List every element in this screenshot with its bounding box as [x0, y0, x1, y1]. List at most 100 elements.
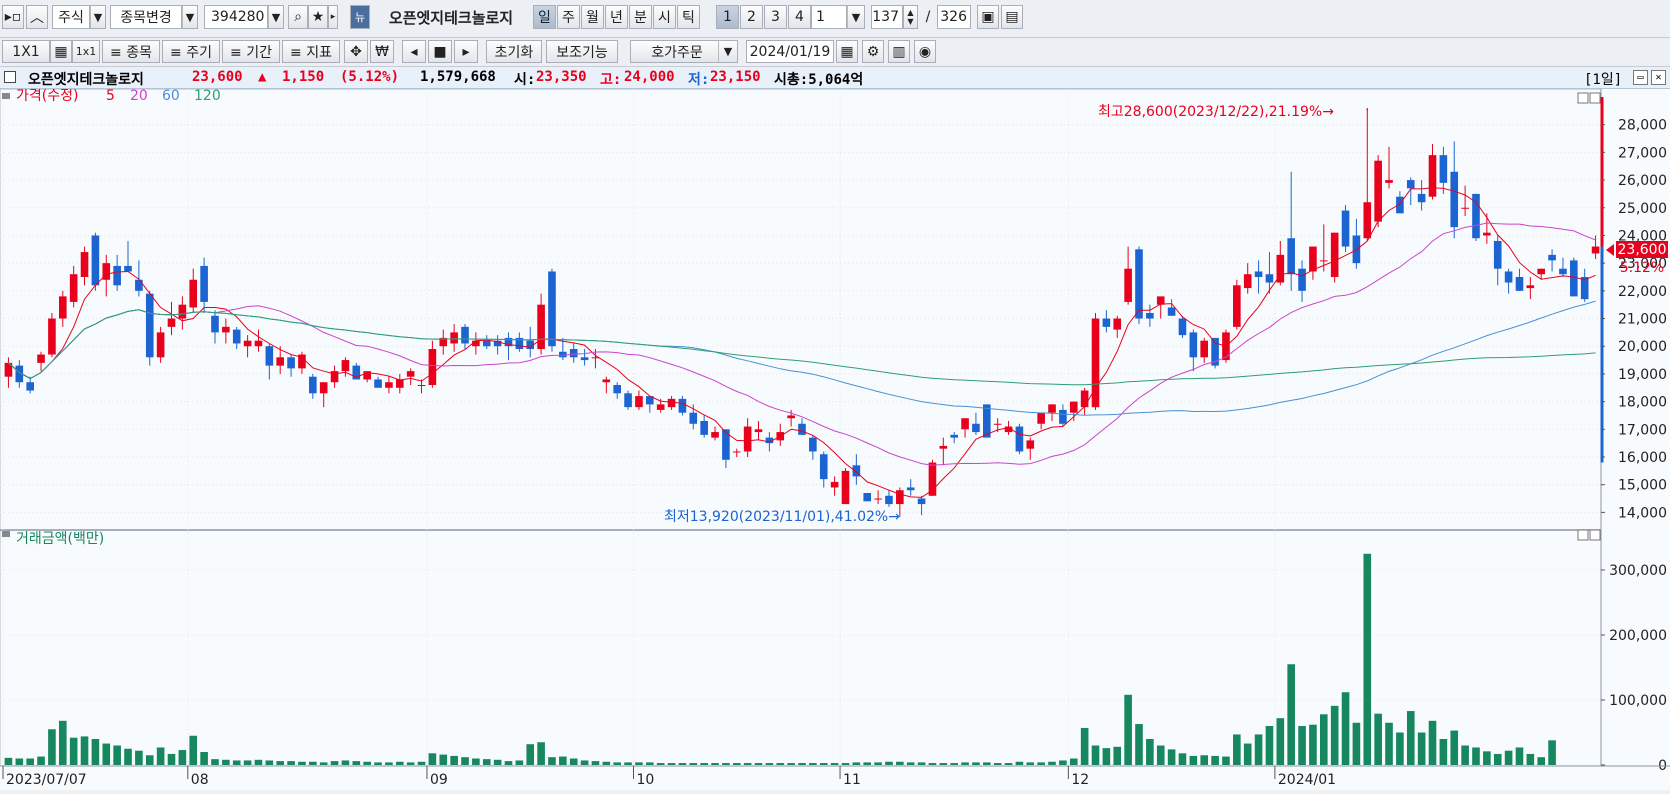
- one-by-one-button[interactable]: 1x1: [72, 40, 100, 63]
- volume-bar: [374, 762, 382, 765]
- layout-button[interactable]: 1X1: [2, 40, 50, 63]
- multiplier-tab-2[interactable]: 2: [740, 5, 763, 29]
- market-dropdown-icon[interactable]: ▼: [90, 5, 106, 29]
- chevron-up-icon[interactable]: ︿: [26, 5, 48, 29]
- volume-bar: [363, 761, 371, 765]
- candle-body: [1450, 171, 1459, 228]
- gear-icon[interactable]: ⚙: [862, 40, 884, 63]
- candle-body: [48, 318, 56, 355]
- volume-bar: [1222, 756, 1230, 765]
- candle-body: [569, 349, 578, 358]
- price-panel-close-icon[interactable]: [1589, 92, 1601, 104]
- x-tick-label: 10: [637, 772, 655, 788]
- period-tab-6[interactable]: 틱: [677, 5, 700, 29]
- candle-body: [798, 423, 806, 435]
- star-icon[interactable]: ★: [308, 5, 328, 29]
- ma-line-60: [8, 300, 1596, 416]
- bar-count-input[interactable]: 137: [871, 5, 903, 29]
- volume-bar: [1330, 705, 1339, 765]
- change-stock-select[interactable]: 종목변경: [110, 5, 182, 29]
- stock-button[interactable]: ≡ 종목: [102, 40, 160, 63]
- aux-function-button[interactable]: 보조기능: [546, 40, 618, 63]
- volume-bar: [1113, 746, 1122, 765]
- add-window-icon[interactable]: ▣: [977, 5, 999, 29]
- market-select[interactable]: 주식: [52, 5, 90, 29]
- move-icon[interactable]: ✥: [344, 40, 368, 63]
- order-button[interactable]: 호가주문: [630, 40, 724, 63]
- candle-body: [1037, 412, 1045, 424]
- candle-body: [689, 412, 698, 424]
- calendar-icon[interactable]: ▦: [836, 40, 858, 63]
- volume-bar: [917, 762, 926, 765]
- volume-panel-max-icon[interactable]: [1577, 529, 1589, 541]
- next-arrow-icon[interactable]: ▸: [328, 5, 338, 29]
- candle-body: [537, 304, 545, 349]
- multiplier-input[interactable]: 1: [811, 5, 847, 29]
- date-input[interactable]: 2024/01/19: [746, 40, 834, 63]
- volume-bar: [113, 745, 121, 765]
- info-checkbox[interactable]: [4, 71, 16, 83]
- price-tick-label: 20,000: [1618, 339, 1667, 355]
- maximize-icon[interactable]: ▭: [1633, 70, 1648, 85]
- candle-body: [1330, 232, 1339, 277]
- prev-icon[interactable]: ◂: [402, 40, 426, 63]
- panel-handle-icon[interactable]: [2, 93, 10, 99]
- period-tab-2[interactable]: 월: [581, 5, 604, 29]
- change-stock-dropdown-icon[interactable]: ▼: [182, 5, 198, 29]
- indicator-button[interactable]: ≡ 지표: [282, 40, 340, 63]
- multiplier-tab-1[interactable]: 1: [716, 5, 739, 29]
- candle-body: [309, 376, 317, 394]
- play-icon[interactable]: ▸▫: [2, 5, 24, 29]
- candle-body: [1537, 268, 1546, 275]
- period-tab-5[interactable]: 시: [653, 5, 676, 29]
- period-tab-0[interactable]: 일: [533, 5, 556, 29]
- candle-body: [1178, 318, 1187, 336]
- reset-button[interactable]: 초기화: [486, 40, 542, 63]
- volume-bar: [352, 761, 361, 765]
- volume-bar: [972, 762, 980, 765]
- save-icon[interactable]: ▤: [1001, 5, 1023, 29]
- volume-panel-close-icon[interactable]: [1589, 529, 1601, 541]
- chart-svg[interactable]: 14,000 15,000 16,000 17,000 18,000 19,000 20,0…: [0, 88, 1670, 790]
- period-tab-1[interactable]: 주: [557, 5, 580, 29]
- globe-settings-icon[interactable]: ◉: [914, 40, 936, 63]
- volume-bar: [265, 760, 274, 765]
- cycle-button[interactable]: ≡ 주기: [162, 40, 220, 63]
- volume-bar: [69, 737, 78, 765]
- order-dropdown-icon[interactable]: ▼: [718, 40, 738, 63]
- calculator-icon[interactable]: ▥: [888, 40, 910, 63]
- candle-body: [1548, 254, 1556, 261]
- price-panel-max-icon[interactable]: [1577, 92, 1589, 104]
- volume-bar: [906, 762, 915, 765]
- volume-panel-handle-icon[interactable]: [2, 531, 10, 537]
- period-tab-3[interactable]: 년: [605, 5, 628, 29]
- candle-body: [341, 360, 350, 372]
- next-icon[interactable]: ▸: [454, 40, 478, 63]
- won-icon[interactable]: ₩: [370, 40, 394, 63]
- high-label: 고:: [600, 72, 622, 88]
- count-spinner-icon[interactable]: ▲ ▼: [903, 5, 918, 29]
- multiplier-tab-3[interactable]: 3: [764, 5, 787, 29]
- stop-icon[interactable]: ■: [428, 40, 452, 63]
- volume-bar: [1015, 761, 1024, 765]
- volume-bar: [319, 762, 328, 765]
- close-icon[interactable]: ✕: [1651, 70, 1666, 85]
- candle-body: [1591, 246, 1600, 254]
- candle-body: [1059, 409, 1067, 424]
- volume-bar: [1526, 753, 1535, 765]
- chart-area[interactable]: 14,000 15,000 16,000 17,000 18,000 19,000 20,0…: [0, 88, 1670, 790]
- candle-body: [1570, 260, 1578, 297]
- grid-icon[interactable]: ▦: [50, 40, 72, 63]
- open-value: 23,350: [536, 69, 587, 85]
- volume-bar: [722, 763, 730, 765]
- multiplier-tab-4[interactable]: 4: [788, 5, 811, 29]
- volume-bar: [1004, 763, 1013, 765]
- stock-code-input[interactable]: 394280: [204, 5, 268, 29]
- stock-code-dropdown-icon[interactable]: ▼: [268, 5, 284, 29]
- multiplier-dropdown-icon[interactable]: ▼: [847, 5, 865, 29]
- search-icon[interactable]: ⌕: [288, 5, 308, 29]
- volume-bar: [1363, 553, 1372, 765]
- period-button[interactable]: ≡ 기간: [222, 40, 280, 63]
- period-tab-4[interactable]: 분: [629, 5, 652, 29]
- candle-body: [1113, 318, 1122, 330]
